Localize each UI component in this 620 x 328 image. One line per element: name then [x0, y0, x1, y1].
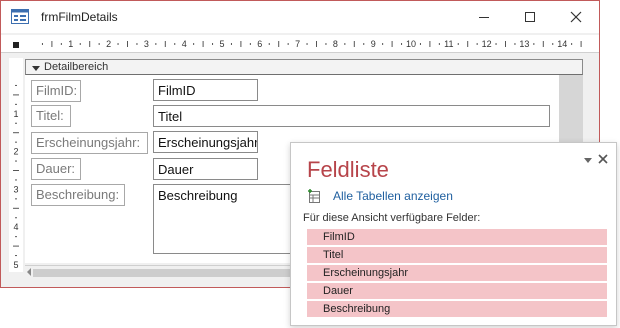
section-label: Detailbereich: [44, 61, 109, 73]
label-titel[interactable]: Titel:: [31, 105, 71, 127]
minimize-icon: [479, 17, 489, 18]
minimize-button[interactable]: [461, 1, 507, 33]
field-list-pane: Feldliste Alle Tabellen anzeigen Für die…: [290, 142, 617, 326]
table-add-icon: [308, 189, 320, 203]
field-item-dauer[interactable]: Dauer: [307, 283, 607, 299]
textbox-filmid[interactable]: FilmID: [153, 79, 258, 101]
textbox-titel[interactable]: Titel: [153, 105, 550, 127]
detail-section-bar[interactable]: Detailbereich: [25, 59, 583, 75]
maximize-button[interactable]: [507, 1, 553, 33]
maximize-icon: [525, 12, 535, 22]
ruler-number: 2: [13, 147, 18, 157]
ruler-number: 5: [219, 39, 224, 49]
title-bar[interactable]: frmFilmDetails: [1, 1, 599, 33]
ruler-number: 4: [182, 39, 187, 49]
field-list: FilmID Titel Erscheinungsjahr Dauer Besc…: [307, 229, 607, 319]
ruler-number: 11: [444, 39, 453, 49]
ruler-number: 4: [13, 222, 18, 232]
ruler-number: 3: [13, 184, 18, 194]
close-icon: [570, 11, 582, 23]
field-item-titel[interactable]: Titel: [307, 247, 607, 263]
close-button[interactable]: [553, 1, 599, 33]
form-icon: [11, 9, 29, 24]
ruler-number: 1: [13, 109, 18, 119]
pane-close-icon[interactable]: [597, 153, 609, 165]
section-arrow-icon: [32, 66, 40, 71]
ruler-marks: 1 2 3 4 5 6 7 8 9 10 11 12 13 14: [41, 39, 582, 49]
ruler-number: 12: [482, 39, 492, 49]
label-filmid[interactable]: FilmID:: [31, 80, 81, 102]
ruler-number: 7: [295, 39, 300, 49]
textbox-erscheinungsjahr[interactable]: Erscheinungsjahr: [153, 131, 258, 153]
label-beschreibung[interactable]: Beschreibung:: [31, 184, 125, 206]
field-item-beschreibung[interactable]: Beschreibung: [307, 301, 607, 317]
horizontal-ruler[interactable]: 1 2 3 4 5 6 7 8 9 10 11 12 13 14: [1, 35, 599, 53]
label-erscheinungsjahr[interactable]: Erscheinungsjahr:: [31, 132, 148, 154]
ruler-number: 9: [371, 39, 376, 49]
available-fields-label: Für diese Ansicht verfügbare Felder:: [303, 212, 481, 224]
ruler-number: 5: [13, 260, 18, 270]
pane-title: Feldliste: [307, 157, 389, 182]
ruler-number: 6: [257, 39, 262, 49]
field-item-erscheinungsjahr[interactable]: Erscheinungsjahr: [307, 265, 607, 281]
ruler-number: 1: [68, 39, 73, 49]
ruler-number: 3: [144, 39, 149, 49]
ruler-marks: 1 2 3 4 5: [13, 84, 19, 270]
field-item-filmid[interactable]: FilmID: [307, 229, 607, 245]
ruler-number: 2: [106, 39, 111, 49]
ruler-number: 8: [333, 39, 338, 49]
ruler-number: 10: [406, 39, 416, 49]
ruler-number: 13: [519, 39, 529, 49]
show-all-tables-link[interactable]: Alle Tabellen anzeigen: [333, 189, 453, 203]
pane-dropdown-icon[interactable]: [583, 155, 593, 165]
vertical-ruler[interactable]: 1 2 3 4 5: [9, 58, 23, 272]
ruler-number: 14: [557, 39, 567, 49]
label-dauer[interactable]: Dauer:: [31, 158, 81, 180]
scroll-left-arrow-icon[interactable]: [27, 268, 31, 276]
textbox-beschreibung[interactable]: Beschreibung: [153, 184, 303, 254]
form-selector[interactable]: [13, 42, 19, 48]
textbox-dauer[interactable]: Dauer: [153, 158, 258, 180]
window-title: frmFilmDetails: [41, 10, 118, 24]
